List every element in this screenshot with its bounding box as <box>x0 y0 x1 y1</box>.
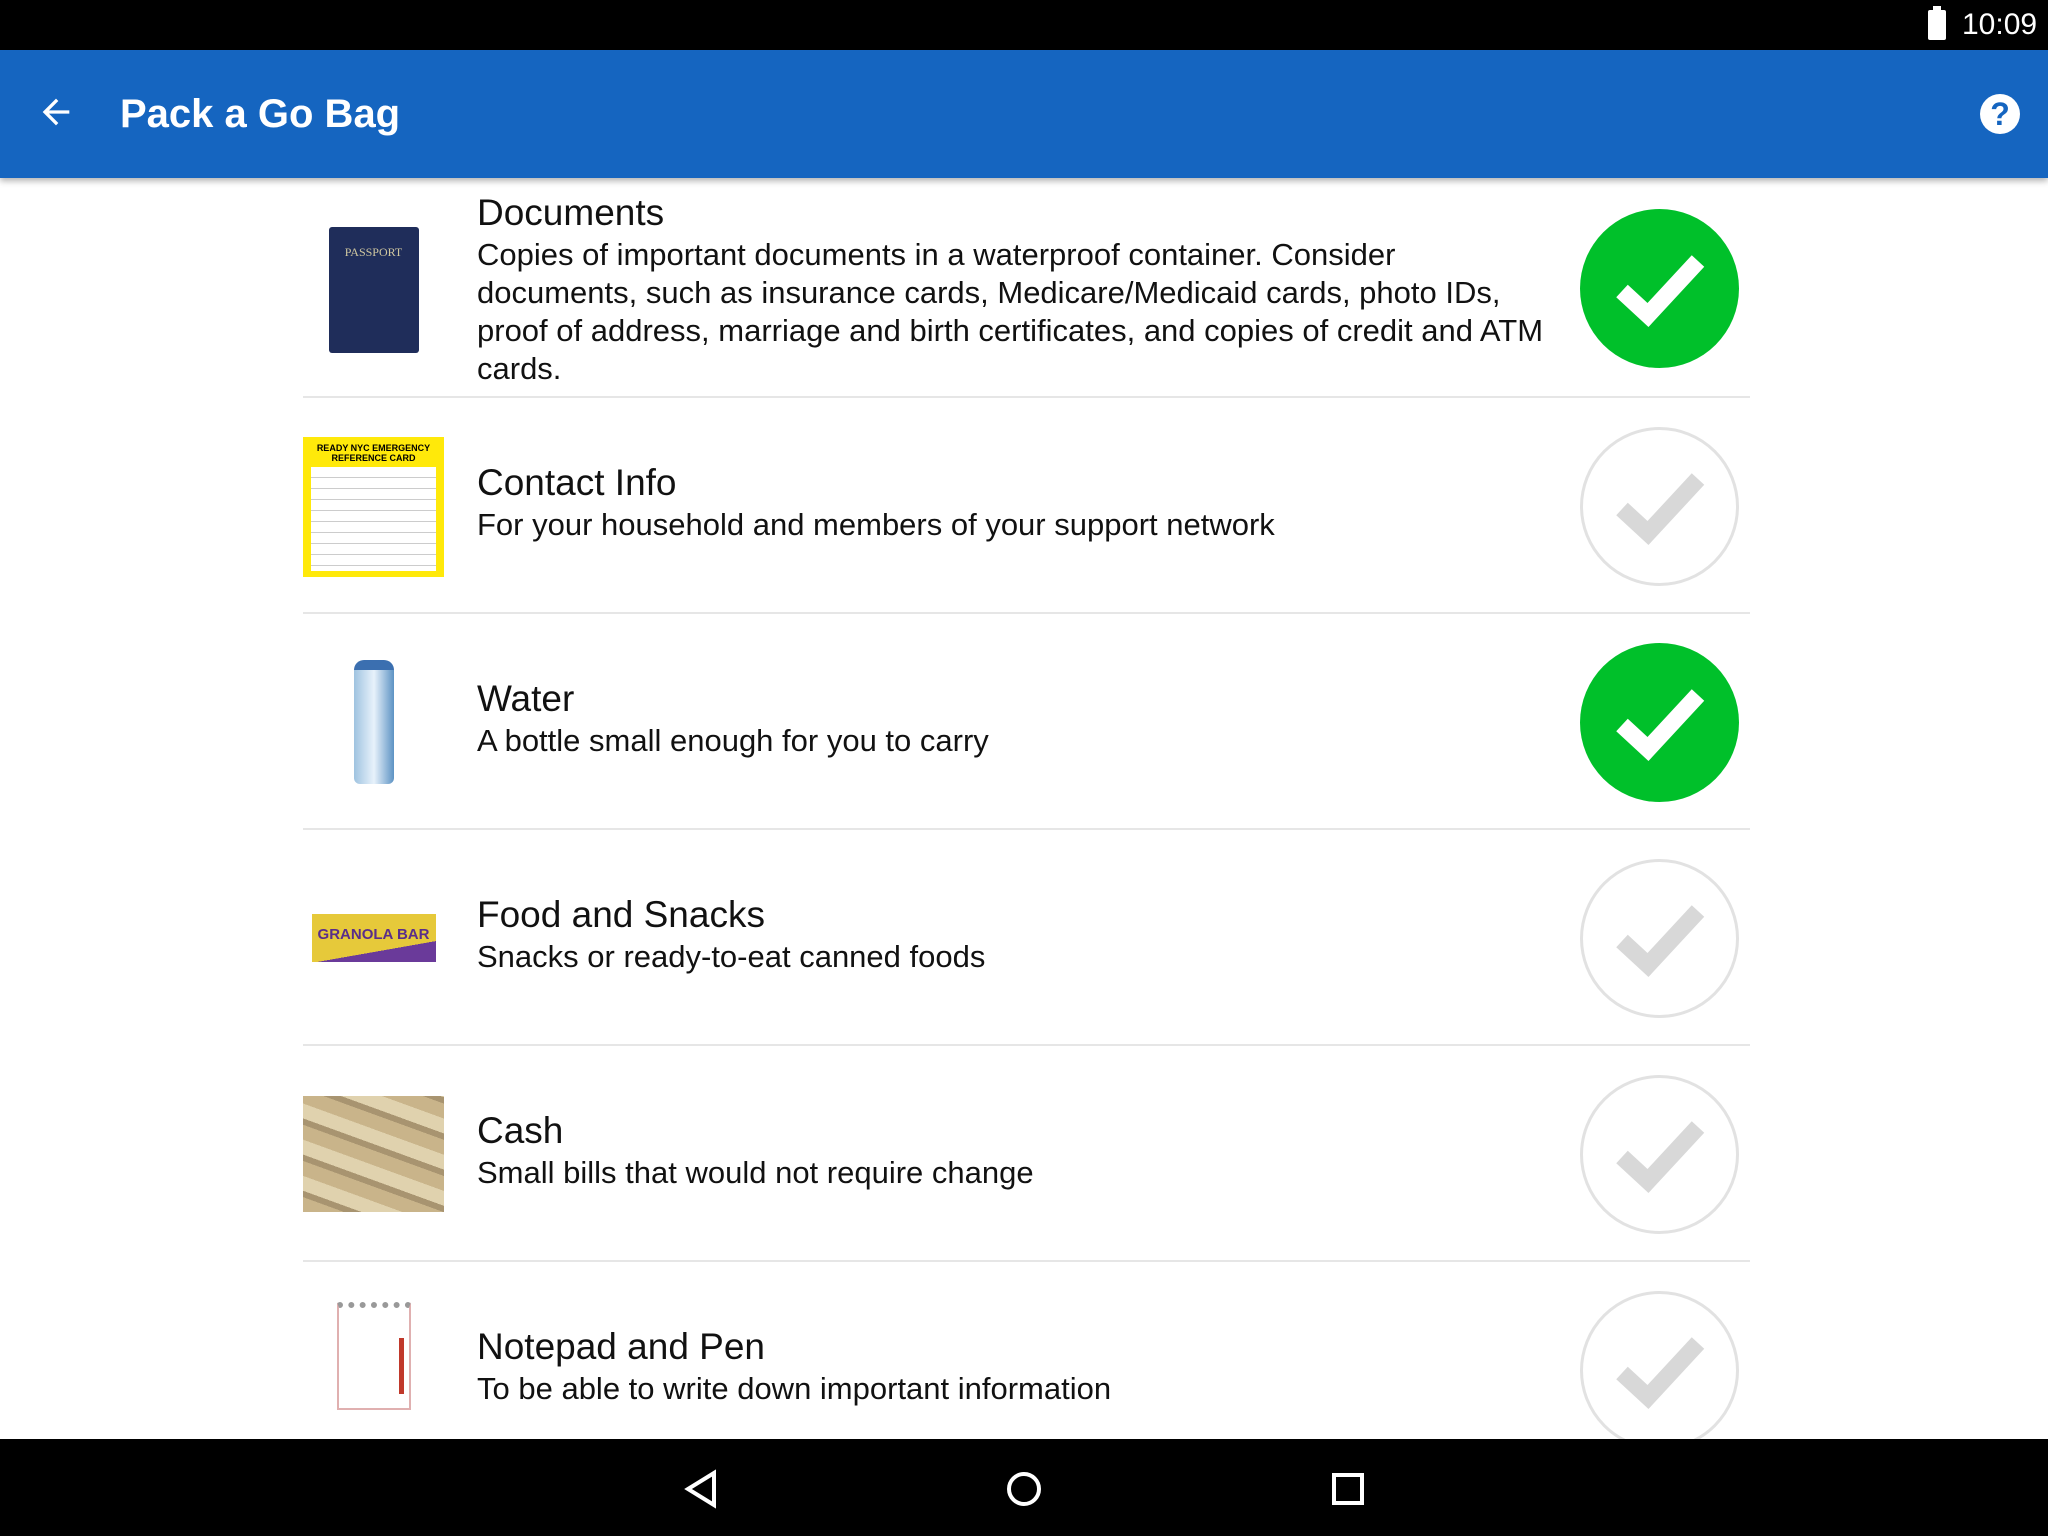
granola-bar-image: GRANOLA BAR <box>303 910 444 966</box>
check-button-unchecked[interactable] <box>1580 1291 1739 1439</box>
item-description: Snacks or ready-to-eat canned foods <box>477 939 986 974</box>
help-icon[interactable]: ? <box>1980 94 2020 134</box>
item-title: Documents <box>477 192 665 233</box>
list-item: READY NYC EMERGENCY REFERENCE CARD Conta… <box>303 398 1750 614</box>
page-title: Pack a Go Bag <box>120 92 401 136</box>
list-item: PASSPORT Documents Copies of important do… <box>303 178 1750 398</box>
item-description: For your household and members of your s… <box>477 507 1275 542</box>
cash-image <box>303 1096 444 1212</box>
passport-image: PASSPORT <box>303 226 444 354</box>
item-description: Copies of important documents in a water… <box>477 237 1544 386</box>
emergency-card-image: READY NYC EMERGENCY REFERENCE CARD <box>303 437 444 577</box>
nav-home-icon[interactable] <box>1004 1469 1044 1514</box>
checklist: PASSPORT Documents Copies of important do… <box>0 178 2048 1439</box>
check-button-unchecked[interactable] <box>1580 1075 1739 1234</box>
list-item: GRANOLA BAR Food and Snacks Snacks or rea… <box>303 830 1750 1046</box>
item-description: Small bills that would not require chang… <box>477 1155 1034 1190</box>
check-button-unchecked[interactable] <box>1580 859 1739 1018</box>
arrow-back-icon[interactable] <box>36 92 76 132</box>
battery-icon <box>1928 6 1946 40</box>
item-title: Cash <box>477 1110 564 1151</box>
check-button-checked[interactable] <box>1580 209 1739 368</box>
status-bar: 10:09 <box>0 0 2048 50</box>
item-description: To be able to write down important infor… <box>477 1371 1112 1406</box>
item-title: Food and Snacks <box>477 894 765 935</box>
notepad-image <box>303 1300 444 1412</box>
nav-back-icon[interactable] <box>682 1469 722 1514</box>
check-button-checked[interactable] <box>1580 643 1739 802</box>
list-item: Notepad and Pen To be able to write down … <box>303 1262 1750 1439</box>
navigation-bar <box>0 1439 2048 1536</box>
nav-recents-icon[interactable] <box>1328 1469 1368 1514</box>
item-title: Water <box>477 678 575 719</box>
item-title: Notepad and Pen <box>477 1326 766 1367</box>
list-item: Cash Small bills that would not require c… <box>303 1046 1750 1262</box>
app-bar: Pack a Go Bag ? <box>0 50 2048 178</box>
item-description: A bottle small enough for you to carry <box>477 723 989 758</box>
water-bottle-image <box>303 658 444 786</box>
clock: 10:09 <box>1962 8 2038 41</box>
check-button-unchecked[interactable] <box>1580 427 1739 586</box>
item-title: Contact Info <box>477 462 677 503</box>
list-item: Water A bottle small enough for you to ca… <box>303 614 1750 830</box>
